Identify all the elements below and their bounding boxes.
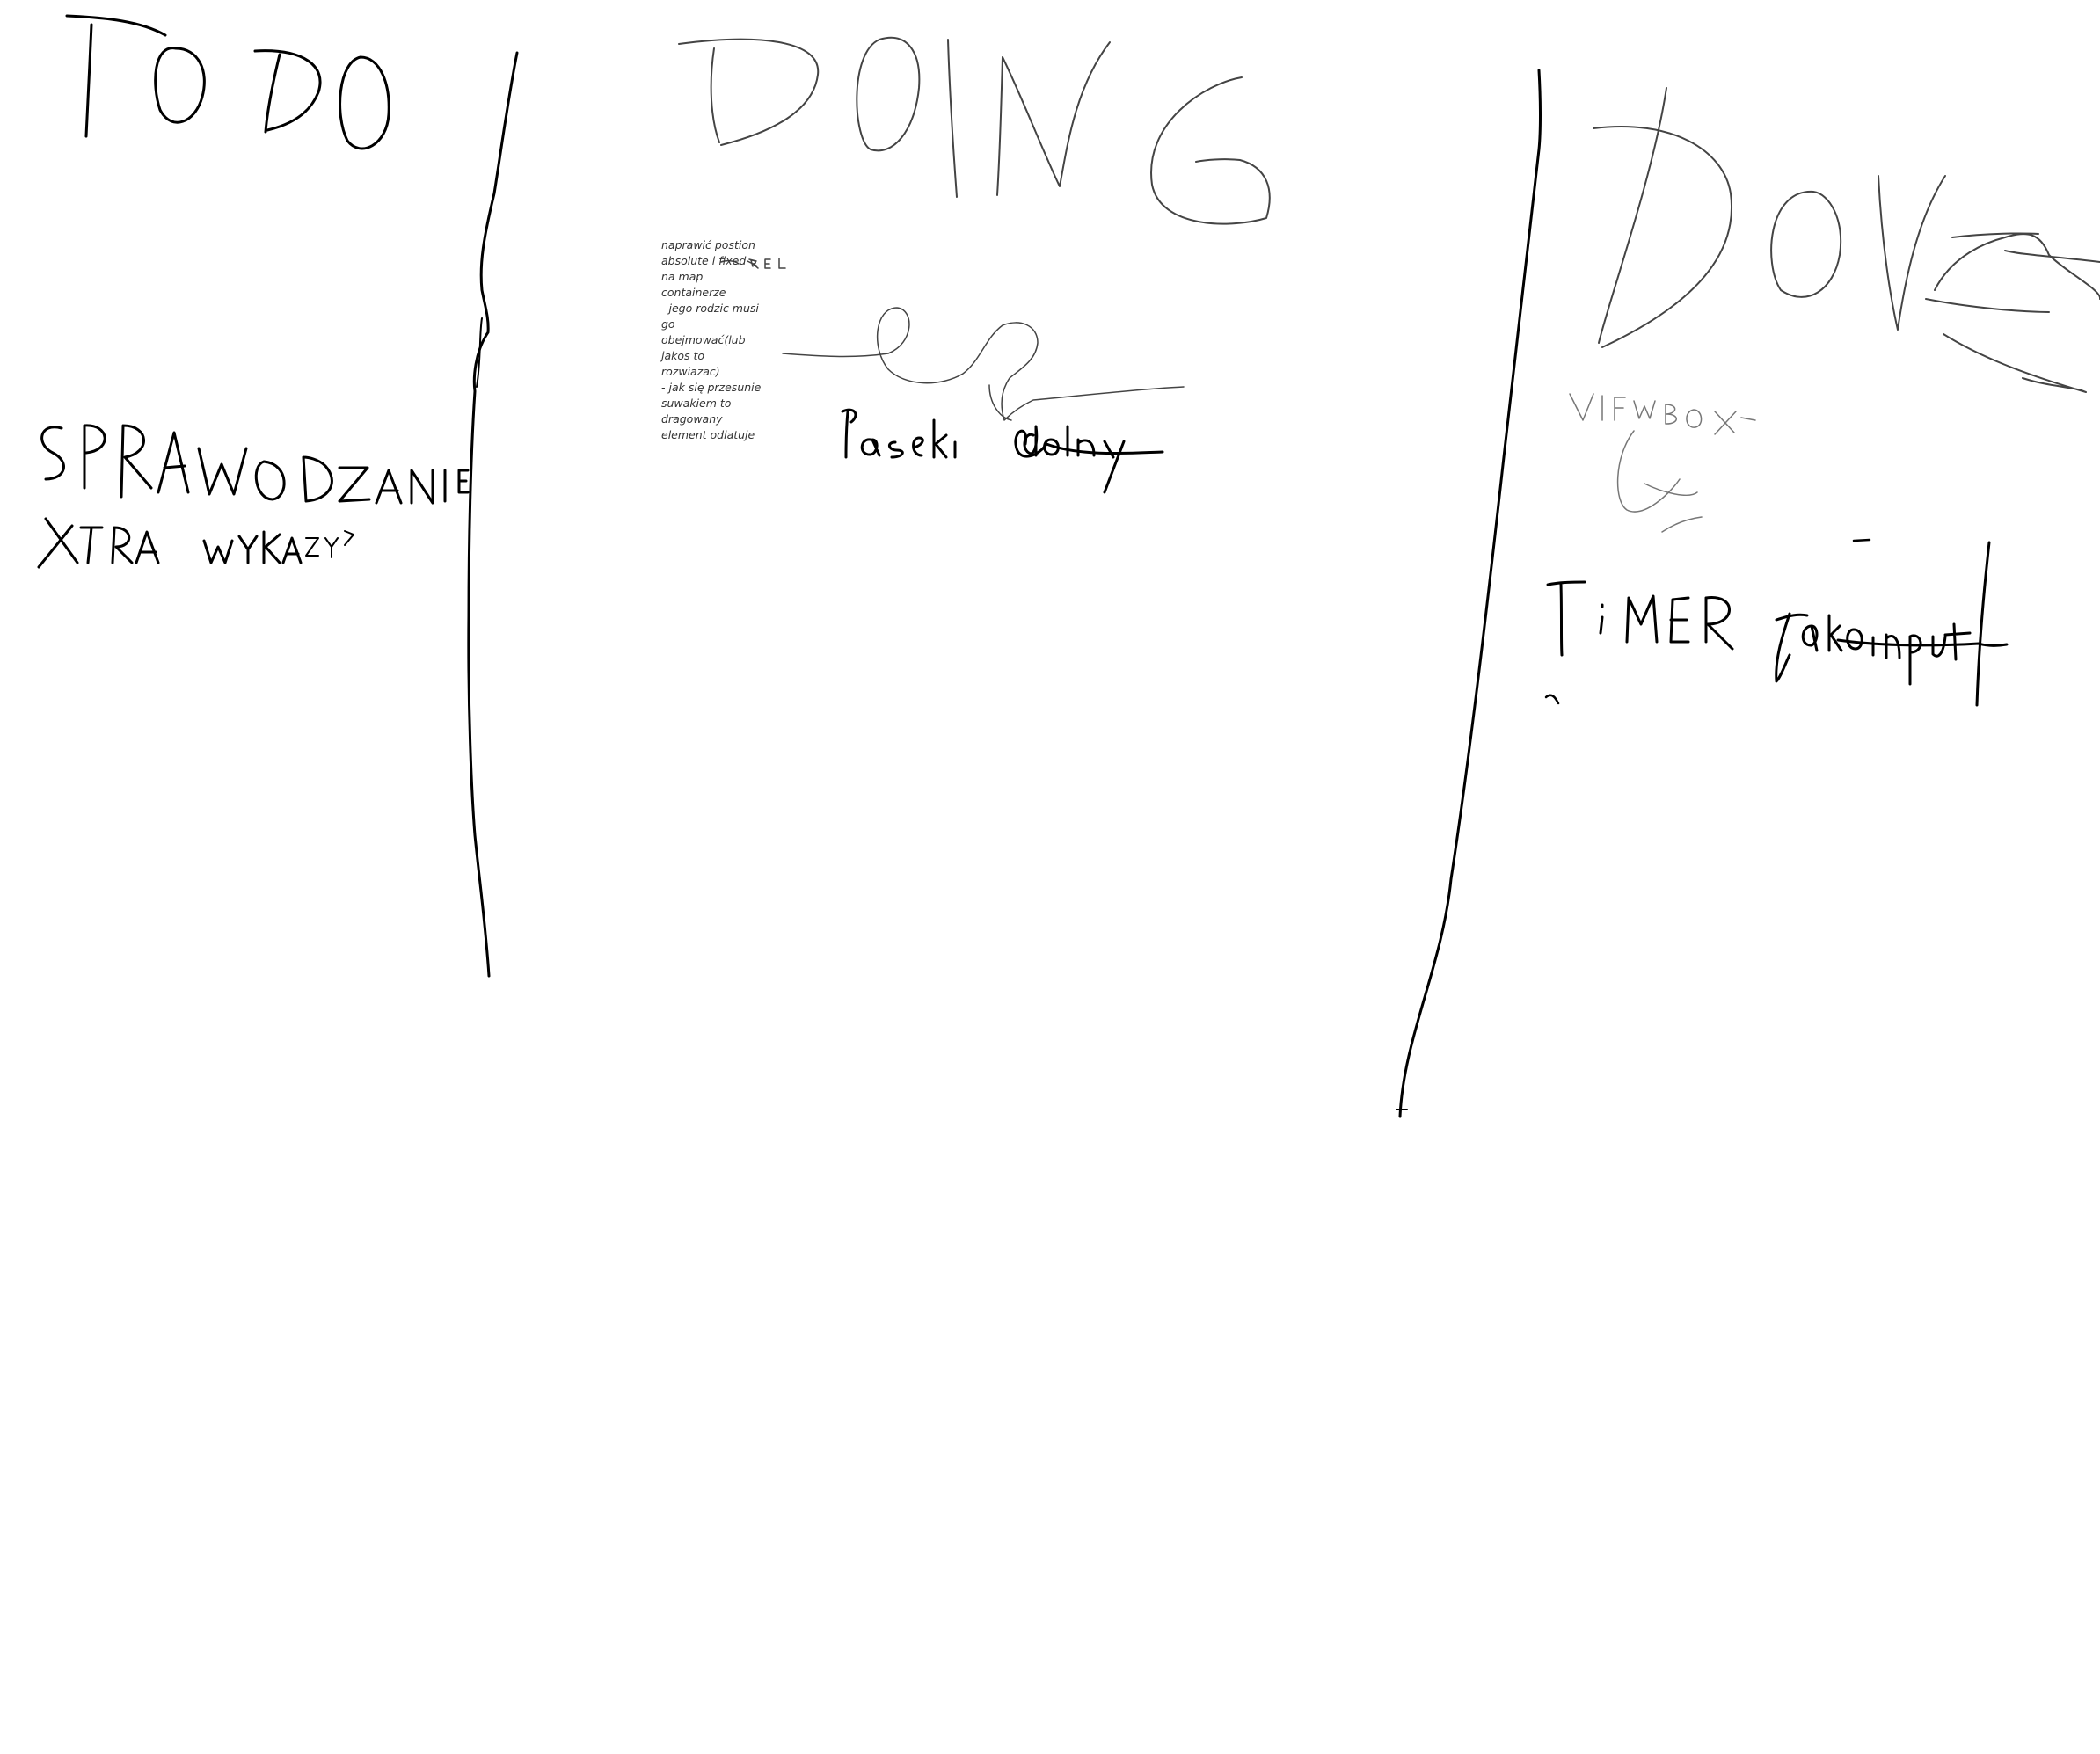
done-item-timer-jako-input [1544,538,2009,707]
doing-annotation-pasek-dolny [841,408,1164,494]
whiteboard-canvas[interactable]: naprawić postion absolute i fixed na map… [0,0,2100,1750]
done-item-viewbox [1569,393,1756,533]
note-line: rozwiazac) [661,365,720,378]
column-separator-left [467,51,519,978]
note-line: na map [661,270,704,283]
done-heading [1593,87,2100,393]
todo-heading [65,14,390,150]
note-line: go [661,317,675,331]
note-line: suwakiem to [661,397,732,410]
handwriting-layer [37,14,2100,1118]
note-line: obejmować(lub [661,333,746,346]
note-line: jakos to [661,349,705,362]
note-line: dragowany [661,412,723,426]
doing-arrow-scribble [782,307,1185,421]
note-line: - jego rodzic musi [661,302,759,315]
note-line: naprawić postion [661,238,755,251]
doing-heading [678,36,1271,225]
note-line: element odlatuje [661,428,755,441]
note-line: absolute i fixed [661,254,747,267]
note-line: - jak się przesunie [661,381,762,394]
column-separator-right [1398,69,1542,1118]
todo-item-sprawozanie [40,424,470,505]
todo-item-xtra-wykazy [37,517,354,569]
doing-typed-note[interactable]: naprawić postion absolute i fixed na map… [661,237,789,443]
note-line: containerze [661,286,726,299]
